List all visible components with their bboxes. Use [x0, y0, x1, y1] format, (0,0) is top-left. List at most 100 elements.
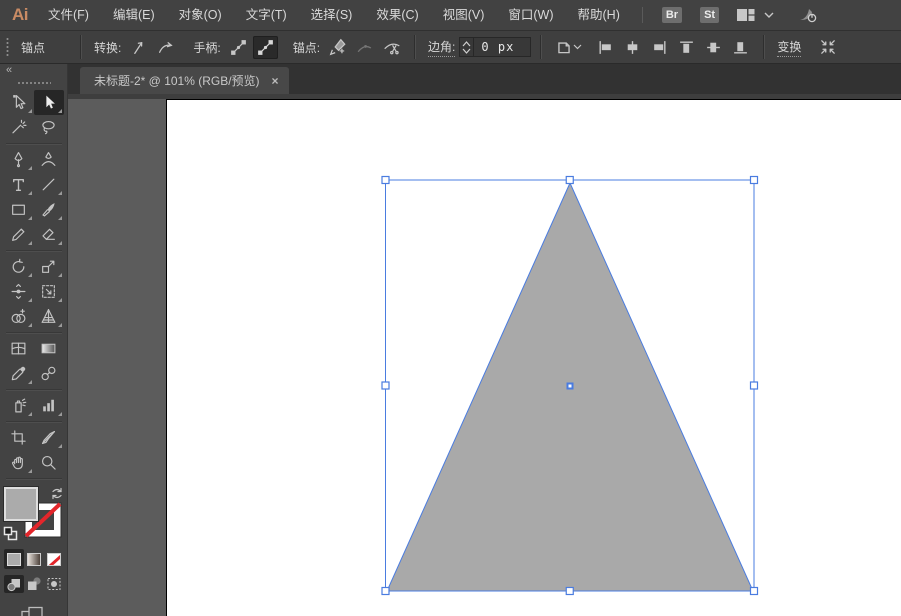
pen-tool[interactable]	[4, 147, 34, 172]
selection-handle[interactable]	[566, 177, 573, 184]
flyout-indicator	[58, 444, 62, 448]
none-button[interactable]	[44, 549, 64, 569]
bridge-badge[interactable]: Br	[662, 7, 682, 23]
scale-tool[interactable]	[34, 254, 64, 279]
rectangle-tool[interactable]	[4, 197, 34, 222]
corner-stepper[interactable]	[459, 37, 473, 57]
default-fill-stroke-icon[interactable]	[3, 526, 18, 541]
artboard-icon	[10, 429, 27, 446]
document-tab[interactable]: 未标题-2* @ 101% (RGB/预览) ×	[80, 67, 289, 94]
menu-item-6[interactable]: 视图(V)	[431, 0, 497, 30]
mesh-tool[interactable]	[4, 336, 34, 361]
column-graph-tool[interactable]	[34, 393, 64, 418]
direct-selection-tool[interactable]	[4, 90, 34, 115]
selection-handle[interactable]	[751, 588, 758, 595]
curvature-tool[interactable]	[34, 147, 64, 172]
paintbrush-tool[interactable]	[34, 197, 64, 222]
chevron-down-icon	[763, 11, 775, 19]
tool-row	[4, 279, 64, 304]
canvas-overlay	[68, 94, 901, 616]
menu-item-4[interactable]: 选择(S)	[299, 0, 365, 30]
align-left-button[interactable]	[593, 36, 618, 59]
align-horizontal-center-button[interactable]	[620, 36, 645, 59]
rotate-tool[interactable]	[4, 254, 34, 279]
draw-normal-button[interactable]	[4, 575, 24, 593]
align-bottom-button[interactable]	[728, 36, 753, 59]
mesh-icon	[10, 340, 27, 357]
menu-item-0[interactable]: 文件(F)	[36, 0, 101, 30]
color-button[interactable]	[4, 549, 24, 569]
draw-behind-button[interactable]	[24, 575, 44, 593]
selection-handle[interactable]	[751, 382, 758, 389]
free-transform-tool[interactable]	[34, 279, 64, 304]
menu-item-7[interactable]: 窗口(W)	[496, 0, 565, 30]
align-right-button[interactable]	[647, 36, 672, 59]
align-top-button[interactable]	[674, 36, 699, 59]
selection-handle[interactable]	[382, 177, 389, 184]
flyout-indicator	[28, 323, 32, 327]
selection-handle[interactable]	[382, 382, 389, 389]
menu-item-2[interactable]: 对象(O)	[167, 0, 234, 30]
magic-wand-icon	[10, 119, 27, 136]
transform-panel-link[interactable]: 变换	[777, 38, 801, 57]
corner-label[interactable]: 边角:	[428, 38, 455, 57]
shaper-tool[interactable]	[4, 222, 34, 247]
magic-wand-tool[interactable]	[4, 115, 34, 140]
eyedropper-tool[interactable]	[4, 361, 34, 386]
lasso-tool[interactable]	[34, 115, 64, 140]
artboard-tool[interactable]	[4, 425, 34, 450]
eraser-tool[interactable]	[34, 222, 64, 247]
blend-tool[interactable]	[34, 361, 64, 386]
align-to-selection-dropdown[interactable]	[551, 36, 585, 59]
type-tool[interactable]	[4, 172, 34, 197]
change-screen-mode-button[interactable]	[20, 605, 67, 616]
zoom-tool[interactable]	[34, 450, 64, 475]
add-anchor-button[interactable]	[325, 36, 350, 59]
selection-handle[interactable]	[382, 588, 389, 595]
gradient-button[interactable]	[24, 549, 44, 569]
convert-to-smooth-button[interactable]	[153, 36, 178, 59]
perspective-grid-icon	[40, 308, 57, 325]
selection-handle[interactable]	[566, 588, 573, 595]
menu-item-5[interactable]: 效果(C)	[364, 0, 430, 30]
menu-item-8[interactable]: 帮助(H)	[566, 0, 632, 30]
menu-item-3[interactable]: 文字(T)	[234, 0, 299, 30]
shape-builder-tool[interactable]	[4, 304, 34, 329]
convert-to-corner-button[interactable]	[126, 36, 151, 59]
tool-row	[4, 304, 64, 329]
line-segment-tool[interactable]	[34, 172, 64, 197]
close-icon[interactable]: ×	[272, 74, 279, 88]
menu-item-1[interactable]: 编辑(E)	[101, 0, 167, 30]
line-segment-icon	[40, 176, 57, 193]
corner-radius-input[interactable]: 0 px	[473, 37, 531, 57]
panel-grip[interactable]	[17, 81, 51, 86]
isolate-selected-object-button[interactable]	[815, 36, 840, 59]
workspace-switcher-icon[interactable]	[736, 7, 775, 23]
swap-fill-stroke-icon[interactable]	[50, 487, 64, 500]
perspective-grid-tool[interactable]	[34, 304, 64, 329]
flyout-indicator	[58, 273, 62, 277]
panel-grip[interactable]	[4, 36, 10, 58]
show-handles-button[interactable]	[226, 36, 251, 59]
draw-inside-button[interactable]	[44, 575, 64, 593]
stock-badge[interactable]: St	[700, 7, 719, 23]
selection-handle[interactable]	[751, 177, 758, 184]
document-title: 未标题-2* @ 101% (RGB/预览)	[94, 72, 260, 89]
fill-color-swatch[interactable]	[4, 487, 38, 521]
anchors-label: 锚点:	[293, 39, 320, 56]
symbol-sprayer-tool[interactable]	[4, 393, 34, 418]
hide-handles-button[interactable]	[253, 36, 278, 59]
flyout-indicator	[28, 191, 32, 195]
cut-path-button[interactable]	[379, 36, 404, 59]
collapse-panel-button[interactable]: «	[0, 64, 67, 79]
flyout-indicator	[58, 241, 62, 245]
slice-tool[interactable]	[34, 425, 64, 450]
gpu-performance-icon[interactable]	[797, 6, 819, 24]
align-vertical-center-button[interactable]	[701, 36, 726, 59]
selection-tool[interactable]	[34, 90, 64, 115]
gradient-tool[interactable]	[34, 336, 64, 361]
hand-tool[interactable]	[4, 450, 34, 475]
tool-row	[4, 361, 64, 386]
width-tool[interactable]	[4, 279, 34, 304]
canvas[interactable]	[68, 94, 901, 616]
